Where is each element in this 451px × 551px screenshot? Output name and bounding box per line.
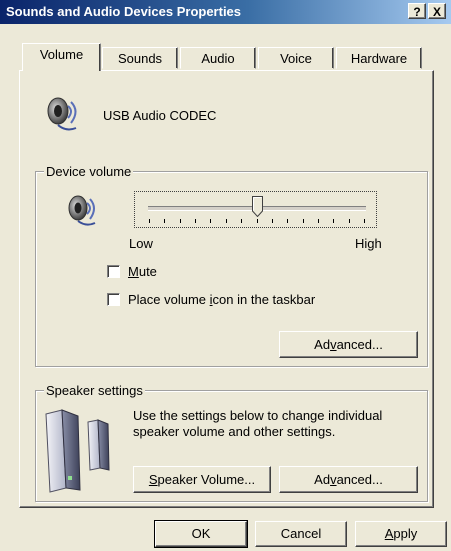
speaker-settings-label: Speaker settings	[44, 383, 145, 398]
volume-high-label: High	[355, 236, 382, 251]
speaker-volume-button[interactable]: Speaker Volume...	[133, 466, 271, 493]
volume-slider-tick	[241, 219, 243, 223]
volume-slider-tick	[287, 219, 289, 223]
volume-slider-tick	[210, 219, 212, 223]
ok-button[interactable]: OK	[154, 520, 248, 548]
mute-label[interactable]: Mute	[128, 264, 157, 279]
device-volume-label: Device volume	[44, 164, 134, 179]
volume-slider-tick	[256, 219, 258, 223]
volume-slider-tick	[149, 219, 150, 223]
taskbar-icon-checkbox[interactable]	[107, 293, 120, 306]
volume-slider[interactable]	[134, 191, 377, 228]
apply-button[interactable]: Apply	[355, 521, 447, 547]
tab-voice[interactable]: Voice	[258, 47, 334, 69]
speaker-icon	[47, 97, 77, 131]
tab-audio[interactable]: Audio	[180, 47, 256, 69]
volume-advanced-button[interactable]: Advanced...	[279, 331, 418, 358]
volume-slider-tick	[225, 219, 227, 223]
tab-volume[interactable]: Volume	[22, 43, 101, 71]
volume-slider-tick	[333, 219, 335, 223]
dialog-window: Sounds and Audio Devices Properties ? X …	[0, 0, 451, 551]
title-bar[interactable]: Sounds and Audio Devices Properties ? X	[0, 0, 451, 24]
device-name: USB Audio CODEC	[103, 108, 217, 123]
window-title: Sounds and Audio Devices Properties	[6, 4, 242, 19]
volume-slider-tick	[348, 219, 350, 223]
volume-slider-tick	[302, 219, 304, 223]
speaker-settings-description: Use the settings below to change individ…	[133, 408, 383, 439]
tab-sounds[interactable]: Sounds	[102, 47, 178, 69]
volume-low-label: Low	[129, 236, 153, 251]
volume-speaker-icon	[68, 195, 96, 226]
close-button[interactable]: X	[428, 3, 446, 19]
speakers-icon	[45, 409, 110, 493]
volume-slider-thumb[interactable]	[251, 196, 263, 217]
help-button[interactable]: ?	[408, 3, 426, 19]
taskbar-icon-label[interactable]: Place volume icon in the taskbar	[128, 292, 315, 307]
volume-slider-tick	[195, 219, 197, 223]
speaker-advanced-button[interactable]: Advanced...	[279, 466, 418, 493]
volume-slider-tick	[271, 219, 273, 223]
volume-slider-tick	[317, 219, 319, 223]
tab-hardware[interactable]: Hardware	[336, 47, 422, 69]
mute-checkbox[interactable]	[107, 265, 120, 278]
volume-slider-tick	[179, 219, 181, 223]
volume-slider-tick	[164, 219, 166, 223]
volume-slider-tick	[364, 219, 365, 223]
cancel-button[interactable]: Cancel	[255, 521, 347, 547]
